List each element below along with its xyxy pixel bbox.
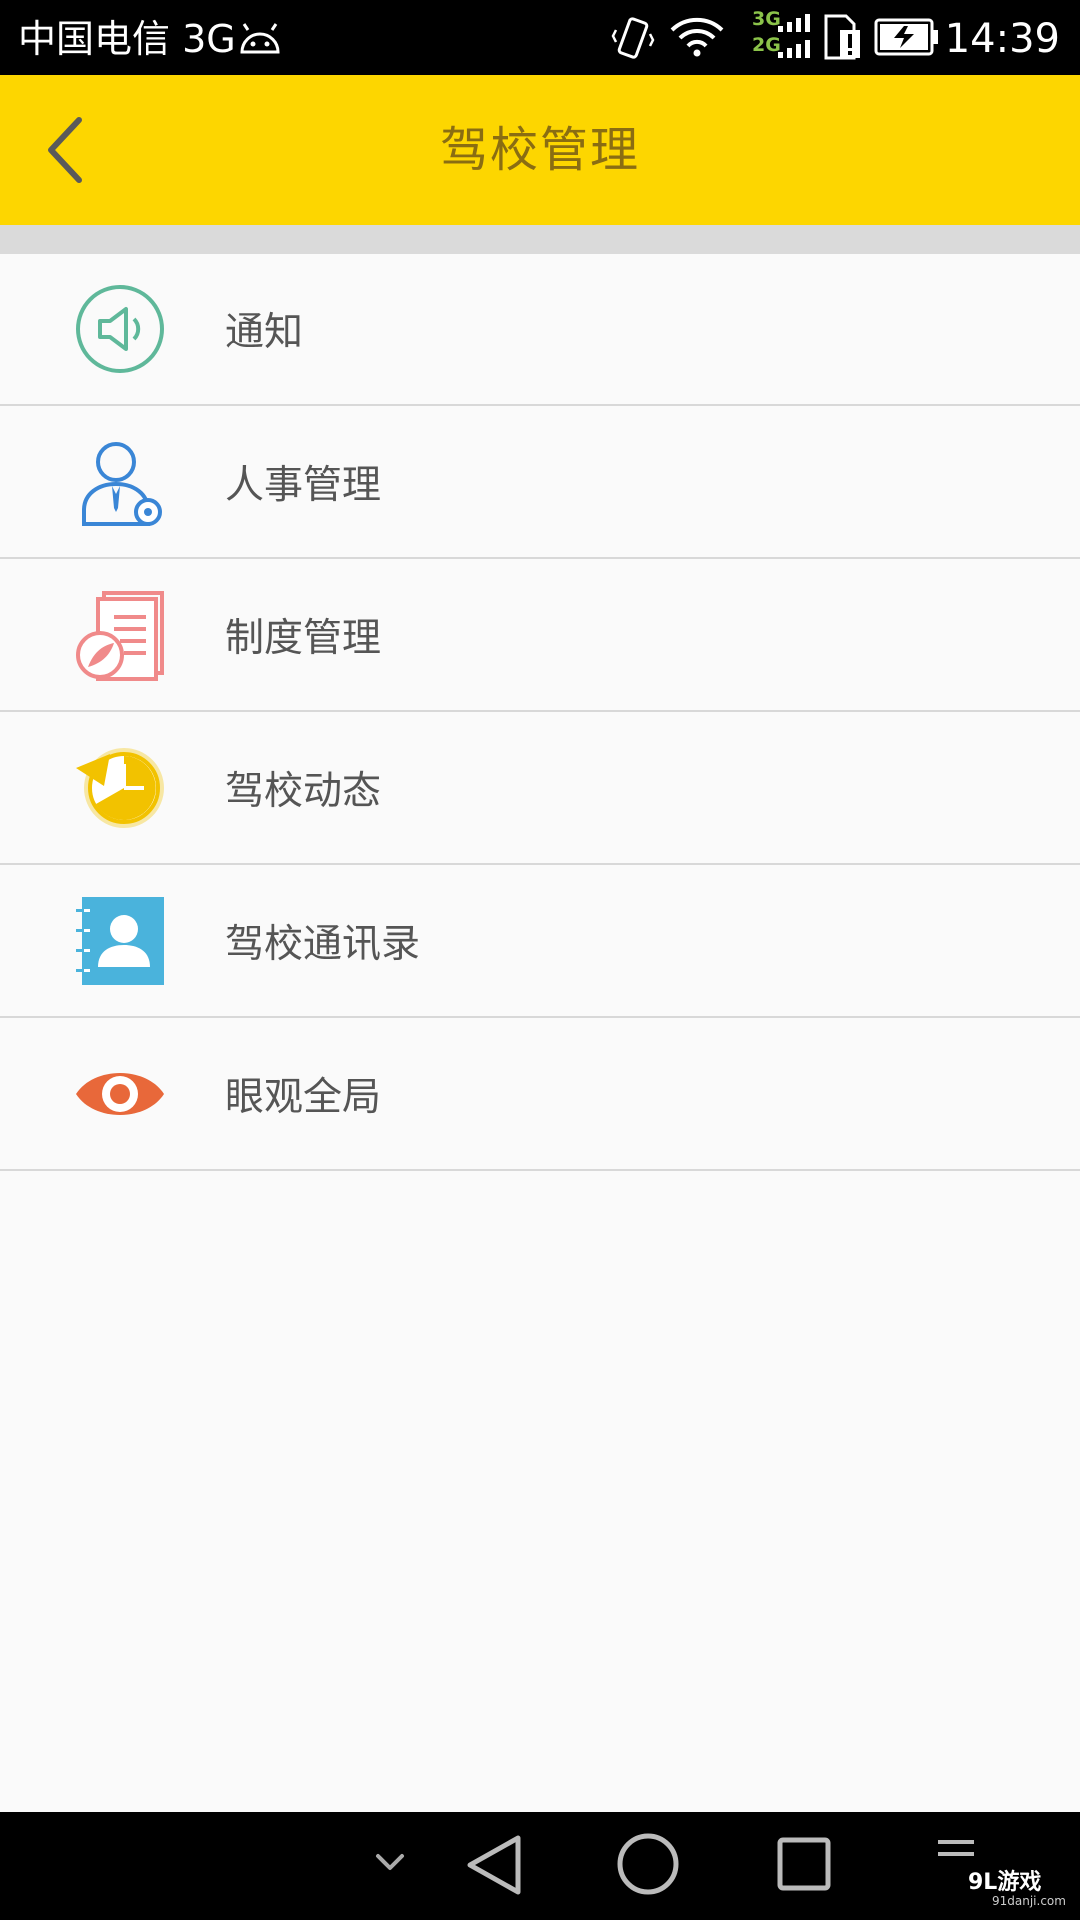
home-circle-icon[interactable] — [614, 1830, 682, 1898]
menu-item-personnel[interactable]: 人事管理 — [0, 406, 1080, 559]
status-bar: 中国电信 3G 3G 2G 14:39 — [0, 0, 1080, 75]
menu-item-label: 人事管理 — [225, 462, 382, 508]
app-bar: 驾校管理 — [0, 75, 1080, 225]
navigation-bar: 9L游戏 91danji.com — [0, 1812, 1080, 1920]
menu-item-contacts[interactable]: 驾校通讯录 — [0, 865, 1080, 1018]
header-divider — [0, 225, 1080, 254]
signal-icon — [778, 14, 810, 58]
menu-item-label: 驾校动态 — [225, 768, 382, 814]
chevron-left-icon — [48, 117, 82, 183]
wifi-icon — [670, 17, 724, 57]
page-title: 驾校管理 — [439, 122, 640, 178]
menu-item-policy[interactable]: 制度管理 — [0, 559, 1080, 712]
menu-item-news[interactable]: 驾校动态 — [0, 712, 1080, 865]
clock: 14:39 — [944, 16, 1060, 62]
document-icon — [76, 590, 164, 681]
watermark-sub: 91danji.com — [992, 1894, 1066, 1908]
speaker-icon — [76, 285, 164, 373]
user-gear-icon — [82, 441, 162, 526]
menu-list: 通知 人事管理 制度管理 驾校动态 驾校通讯录 眼观全局 — [0, 254, 1080, 1171]
menu-item-label: 驾校通讯录 — [225, 921, 421, 967]
battery-charging-icon — [874, 18, 938, 56]
android-icon — [240, 23, 280, 54]
vibrate-icon — [611, 17, 655, 59]
clock-icon — [76, 747, 164, 828]
watermark: 9L游戏 — [968, 1870, 1042, 1895]
eye-icon — [76, 1072, 164, 1115]
menu-item-label: 眼观全局 — [225, 1074, 382, 1120]
menu-item-label: 通知 — [225, 310, 304, 355]
menu-item-label: 制度管理 — [225, 615, 382, 661]
back-button[interactable] — [30, 103, 100, 197]
contacts-book-icon — [76, 896, 164, 985]
sim-icon — [824, 14, 860, 60]
carrier-label: 中国电信 3G — [18, 17, 236, 61]
back-triangle-icon[interactable] — [460, 1832, 530, 1898]
menu-item-overview[interactable]: 眼观全局 — [0, 1018, 1080, 1171]
chevron-down-icon[interactable] — [370, 1842, 410, 1882]
recent-square-icon[interactable] — [772, 1832, 836, 1896]
menu-item-notice[interactable]: 通知 — [0, 254, 1080, 406]
